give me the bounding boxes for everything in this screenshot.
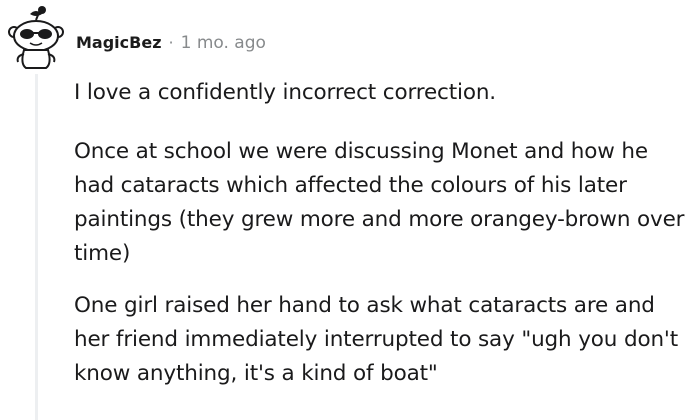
comment-paragraph: One girl raised her hand to ask what cat…: [74, 293, 678, 386]
comment-paragraph: I love a confidently incorrect correctio…: [74, 80, 496, 105]
comment-body: I love a confidently incorrect correctio…: [74, 76, 686, 409]
user-avatar[interactable]: [6, 4, 66, 70]
comment-timestamp[interactable]: 1 mo. ago: [181, 33, 266, 53]
username-link[interactable]: MagicBez: [76, 33, 162, 52]
comment: MagicBez · 1 mo. ago I love a confidentl…: [0, 0, 700, 420]
thread-collapse-line[interactable]: [35, 74, 38, 420]
separator-dot: ·: [168, 33, 174, 52]
snoo-avatar-icon: [8, 6, 64, 69]
comment-header: MagicBez · 1 mo. ago: [76, 33, 266, 53]
comment-paragraph: Once at school we were discussing Monet …: [74, 139, 685, 266]
